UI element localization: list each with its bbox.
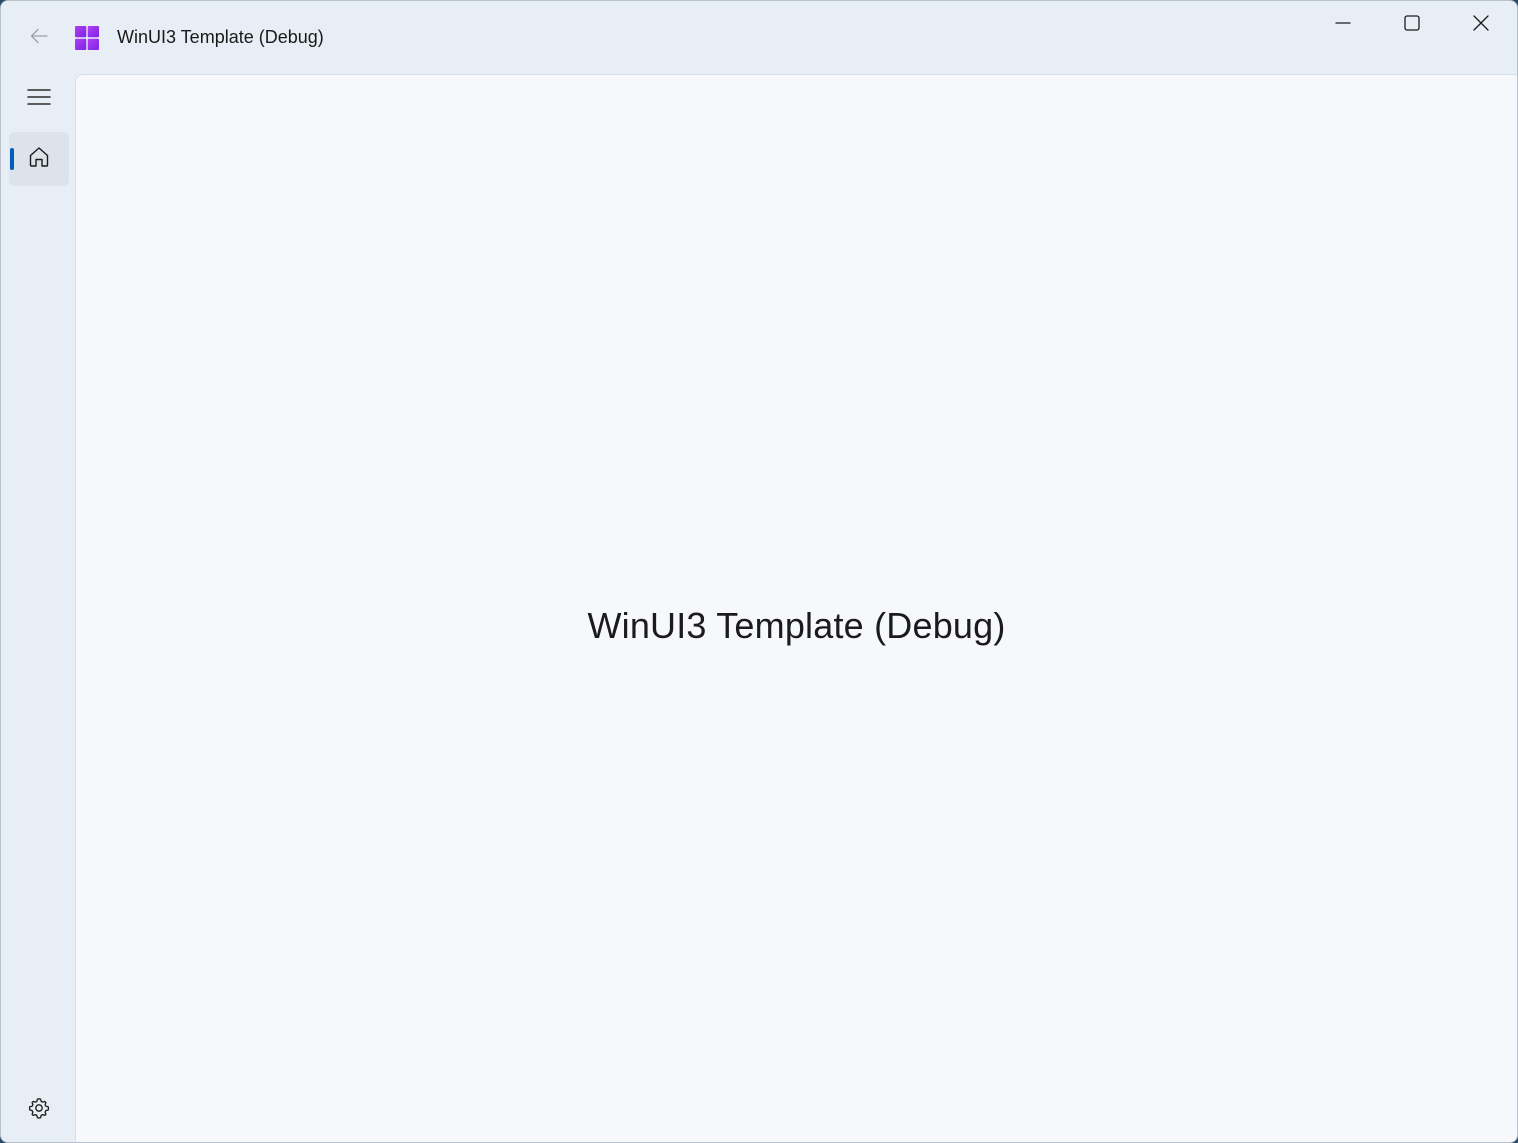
window-title: WinUI3 Template (Debug): [117, 27, 324, 47]
content-frame: WinUI3 Template (Debug): [75, 74, 1517, 1142]
minimize-button[interactable]: [1309, 1, 1377, 49]
nav-item-home[interactable]: [9, 132, 69, 186]
windows-logo-icon: [75, 26, 99, 50]
close-button[interactable]: [1447, 1, 1515, 49]
title-bar[interactable]: WinUI3 Template (Debug): [1, 1, 1517, 75]
arrow-left-icon: [29, 26, 49, 51]
menu-toggle-button[interactable]: [9, 79, 69, 119]
home-icon: [27, 145, 51, 174]
back-button[interactable]: [19, 20, 59, 56]
minimize-icon: [1334, 14, 1352, 37]
maximize-button[interactable]: [1378, 1, 1446, 49]
nav-item-settings[interactable]: [9, 1088, 69, 1132]
hamburger-icon: [27, 87, 51, 112]
close-icon: [1472, 14, 1490, 37]
app-window: WinUI3 Template (Debug) WinUI3 Template …: [0, 0, 1518, 1143]
navigation-pane: [1, 75, 75, 1142]
gear-icon: [27, 1096, 51, 1125]
selection-indicator: [10, 148, 14, 170]
maximize-icon: [1403, 14, 1421, 37]
page-heading: WinUI3 Template (Debug): [587, 605, 1006, 646]
